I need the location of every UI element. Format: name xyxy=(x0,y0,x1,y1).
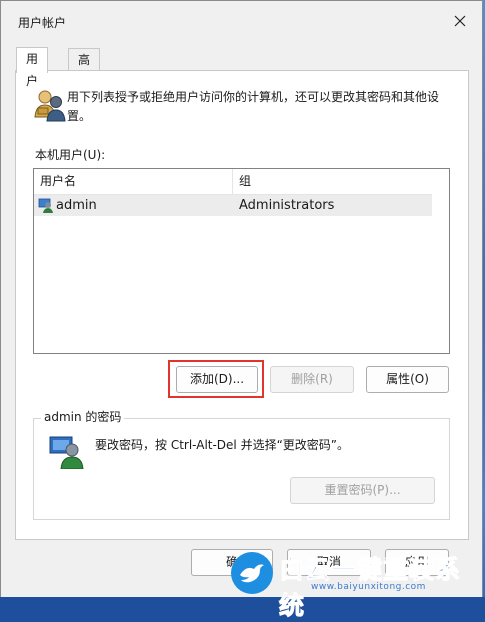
password-groupbox xyxy=(33,418,450,520)
list-header: 用户名 组 xyxy=(34,169,432,195)
description-text: 用下列表授予或拒绝用户访问你的计算机，还可以更改其密码和其他设置。 xyxy=(67,90,440,123)
password-group-title: admin 的密码 xyxy=(41,408,125,425)
table-row[interactable]: admin Administrators xyxy=(34,195,432,216)
title-bar: 用户帐户 xyxy=(1,1,482,41)
column-header-group[interactable]: 组 xyxy=(233,169,432,194)
highlight-box xyxy=(168,360,264,398)
bird-icon xyxy=(240,564,264,583)
change-password-hint: 要改密码，按 Ctrl-Alt-Del 并选择“更改密码”。 xyxy=(95,438,350,452)
tab-advanced[interactable]: 高级 xyxy=(68,48,101,89)
reset-password-button[interactable]: 重置密码(P)... xyxy=(290,477,435,504)
users-icon xyxy=(34,90,66,122)
watermark-url: www.baiyunxitong.com xyxy=(311,582,426,592)
user-group-cell: Administrators xyxy=(239,198,335,213)
tab-users[interactable]: 用户 xyxy=(16,47,49,88)
window-title: 用户帐户 xyxy=(18,16,67,30)
watermark-logo: 白云一键重装系统 www.baiyunxitong.com xyxy=(231,549,479,621)
column-header-username[interactable]: 用户名 xyxy=(34,169,233,194)
user-icon xyxy=(38,198,53,213)
user-name-cell: admin xyxy=(56,198,97,213)
bird-logo-icon xyxy=(231,552,273,594)
password-user-icon xyxy=(49,436,84,469)
close-icon xyxy=(454,15,466,27)
close-button[interactable] xyxy=(450,11,470,31)
remove-user-button[interactable]: 删除(R) xyxy=(270,366,354,393)
local-users-label: 本机用户(U): xyxy=(35,148,106,162)
properties-button[interactable]: 属性(O) xyxy=(366,366,449,393)
users-list[interactable]: 用户名 组 admin Administrators xyxy=(33,168,450,354)
